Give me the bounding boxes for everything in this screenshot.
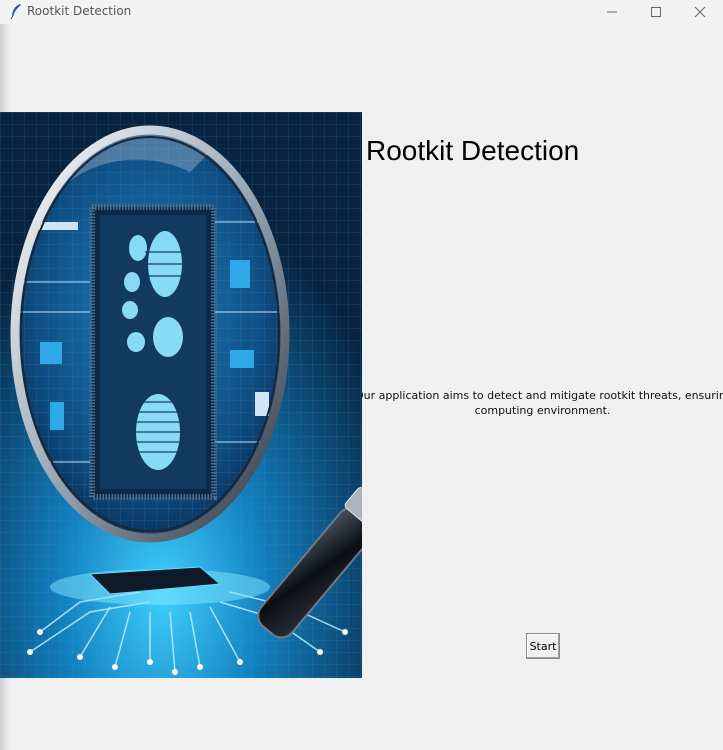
illustration-graphic	[0, 112, 362, 678]
maximize-button[interactable]	[634, 0, 678, 24]
app-description: Our application aims to detect and mitig…	[362, 388, 723, 418]
maximize-icon	[651, 7, 661, 17]
start-button[interactable]: Start	[526, 633, 560, 659]
page-title: Rootkit Detection	[366, 135, 580, 166]
app-window: Rootkit Detection Rootkit Detection ur a…	[0, 0, 723, 750]
description-line-2: computing environment.	[474, 404, 611, 417]
title-bar[interactable]: Rootkit Detection	[0, 0, 723, 24]
close-icon	[694, 6, 706, 18]
magnifier-illustration	[0, 112, 362, 678]
window-title: Rootkit Detection	[27, 4, 132, 18]
description-line-1: Our application aims to detect and mitig…	[362, 389, 723, 402]
close-button[interactable]	[678, 0, 722, 24]
minimize-button[interactable]	[590, 0, 634, 24]
feather-icon	[10, 4, 21, 19]
minimize-icon	[607, 11, 617, 13]
